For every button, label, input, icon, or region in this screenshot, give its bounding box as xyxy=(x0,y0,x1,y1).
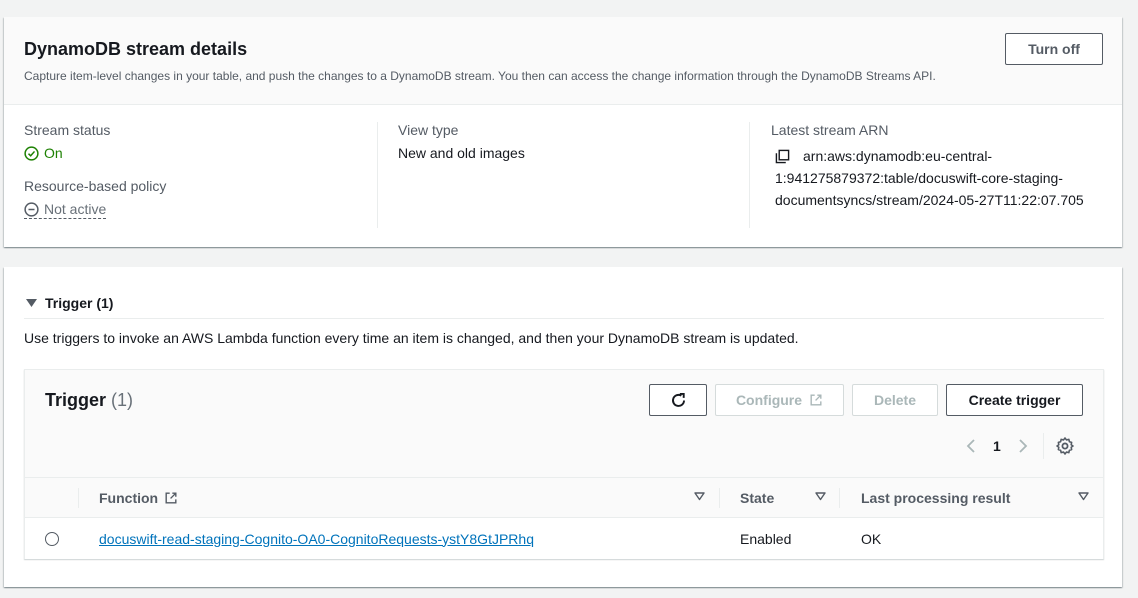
minus-circle-icon xyxy=(24,201,39,217)
function-cell: docuswift-read-staging-Cognito-OA0-Cogni… xyxy=(99,518,534,559)
result-cell: OK xyxy=(861,530,882,547)
table-row[interactable]: docuswift-read-staging-Cognito-OA0-Cogni… xyxy=(25,518,1103,559)
view-type-column: View type New and old images xyxy=(398,122,738,228)
trigger-panel: Trigger (1) Use triggers to invoke an AW… xyxy=(4,267,1122,587)
configure-label: Configure xyxy=(735,392,803,408)
stream-status-value: On xyxy=(24,145,364,161)
check-circle-icon xyxy=(24,145,39,161)
stream-status-column: Stream status On Resource-based policy N… xyxy=(24,122,364,228)
column-divider xyxy=(839,488,840,508)
delete-button[interactable]: Delete xyxy=(852,384,938,416)
trigger-expander[interactable]: Trigger (1) xyxy=(26,295,113,311)
state-cell: Enabled xyxy=(740,530,792,547)
trigger-description: Use triggers to invoke an AWS Lambda fun… xyxy=(24,330,799,346)
refresh-icon xyxy=(671,392,685,407)
column-header-state[interactable]: State xyxy=(740,478,774,518)
trigger-table-title-text: Trigger xyxy=(45,390,107,410)
sort-caret-icon[interactable] xyxy=(694,492,705,501)
row-select-cell xyxy=(45,518,59,559)
arn-value: arn:aws:dynamodb:eu-central- 1:941275879… xyxy=(771,145,1111,211)
row-radio[interactable] xyxy=(45,531,59,546)
column-function-label: Function xyxy=(99,490,159,506)
policy-value-text: Not active xyxy=(44,201,107,217)
trigger-table-title: Trigger (1) xyxy=(45,390,133,411)
arn-line-3: documentsyncs/stream/2024-05-27T11:22:07… xyxy=(775,192,1084,208)
view-type-value: New and old images xyxy=(398,145,525,161)
arn-line-2: 1:941275879372:table/docuswift-core-stag… xyxy=(775,170,1063,186)
external-link-icon xyxy=(165,492,177,504)
stream-details-description: Capture item-level changes in your table… xyxy=(24,69,936,83)
stream-details-header: DynamoDB stream details Capture item-lev… xyxy=(4,17,1122,105)
refresh-button[interactable] xyxy=(649,384,707,416)
trigger-count: (1) xyxy=(111,390,134,410)
external-link-icon xyxy=(810,394,822,406)
divider xyxy=(24,318,1104,319)
function-link[interactable]: docuswift-read-staging-Cognito-OA0-Cogni… xyxy=(99,531,534,547)
column-divider xyxy=(78,488,79,508)
column-header-function[interactable]: Function xyxy=(99,478,178,518)
page-number[interactable]: 1 xyxy=(993,438,1001,454)
trigger-expander-label: Trigger (1) xyxy=(45,295,114,311)
chevron-left-icon[interactable] xyxy=(965,438,977,454)
stream-details-title: DynamoDB stream details xyxy=(24,39,248,59)
sort-caret-icon[interactable] xyxy=(1078,492,1089,501)
policy-value[interactable]: Not active xyxy=(24,201,107,219)
caret-down-icon xyxy=(26,298,37,307)
trigger-table-container: Trigger (1) Configure Delete Create trig… xyxy=(24,369,1104,559)
policy-label: Resource-based policy xyxy=(24,178,167,194)
configure-button[interactable]: Configure xyxy=(715,384,844,416)
column-divider xyxy=(749,122,750,228)
column-header-result[interactable]: Last processing result xyxy=(861,478,1010,518)
gear-icon[interactable] xyxy=(1056,437,1074,455)
pagination: 1 xyxy=(965,433,1074,459)
column-divider xyxy=(377,122,378,228)
sort-caret-icon[interactable] xyxy=(815,492,826,501)
arn-line-1: arn:aws:dynamodb:eu-central- xyxy=(803,148,993,164)
arn-label: Latest stream ARN xyxy=(771,122,889,138)
stream-status-label: Stream status xyxy=(24,122,111,138)
column-divider xyxy=(719,488,720,508)
create-trigger-button[interactable]: Create trigger xyxy=(946,384,1083,416)
stream-details-panel: DynamoDB stream details Capture item-lev… xyxy=(4,17,1122,247)
table-header: Function State Last processing result xyxy=(25,477,1103,518)
view-type-label: View type xyxy=(398,122,459,138)
chevron-right-icon[interactable] xyxy=(1017,438,1029,454)
stream-status-text: On xyxy=(44,145,63,161)
turn-off-button[interactable]: Turn off xyxy=(1005,33,1103,65)
arn-column: Latest stream ARN arn:aws:dynamodb:eu-ce… xyxy=(771,122,1111,228)
